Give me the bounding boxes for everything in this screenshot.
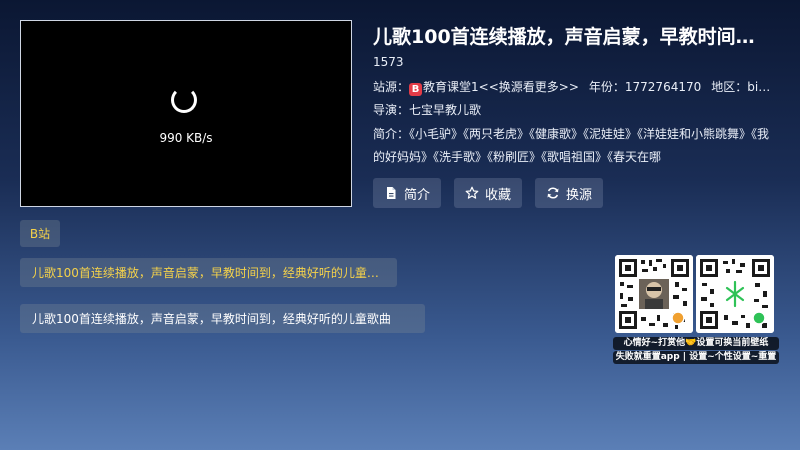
video-id: 1573 <box>373 55 404 69</box>
alipay-qr-code <box>615 255 693 333</box>
wechat-qr-code <box>696 255 774 333</box>
director-line: 导演：七宝早教儿歌 <box>373 101 481 118</box>
director-label: 导演： <box>373 103 410 117</box>
intro-value: 《小毛驴》《两只老虎》《健康歌》《泥娃娃》《洋娃娃和小熊跳舞》《我的好妈妈》《洗… <box>373 127 770 164</box>
episode-item-1[interactable]: 儿歌100首连续播放，声音启蒙，早教时间到，经典好听的儿童歌曲 <box>20 258 397 287</box>
region-value: bilibili <box>747 80 773 94</box>
source-label: 站源： <box>373 80 410 94</box>
reset-notice: 失败就重置app | 设置~个性设置~重置 <box>613 351 779 364</box>
download-speed: 990 KB/s <box>159 131 213 145</box>
wallpaper-notice: 心情好~打赏他🤝设置可换当前壁纸 <box>613 337 779 350</box>
bilibili-icon: B <box>409 83 423 96</box>
switch-source-button-label: 换源 <box>565 187 592 203</box>
site-tab-bilibili[interactable]: B站 <box>20 220 60 247</box>
episode-label: 儿歌100首连续播放，声音启蒙，早教时间到，经典好听的儿童歌曲 <box>32 312 391 326</box>
intro-button-label: 简介 <box>403 187 430 203</box>
source-value[interactable]: 教育课堂1<<换源看更多>> <box>423 80 579 94</box>
refresh-icon <box>547 187 559 199</box>
switch-source-button[interactable]: 换源 <box>535 178 603 208</box>
intro-label: 简介： <box>373 127 410 141</box>
star-icon <box>465 186 479 199</box>
meta-line: 站源：B教育课堂1<<换源看更多>> 年份：1772764170 地区：bilibi… <box>373 78 773 96</box>
favorite-button[interactable]: 收藏 <box>454 178 522 208</box>
director-value: 七宝早教儿歌 <box>409 103 482 117</box>
video-player[interactable]: 990 KB/s <box>20 20 352 207</box>
document-icon <box>386 187 396 199</box>
episode-item-2[interactable]: 儿歌100首连续播放，声音启蒙，早教时间到，经典好听的儿童歌曲 <box>20 304 425 333</box>
video-title: 儿歌100首连续播放，声音启蒙，早教时间到，经典好听的儿童歌曲 <box>373 26 773 48</box>
intro-text: 简介：《小毛驴》《两只老虎》《健康歌》《泥娃娃》《洋娃娃和小熊跳舞》《我的好妈妈… <box>373 123 775 169</box>
year-label: 年份： <box>588 80 625 94</box>
donation-panel: 心情好~打赏他🤝设置可换当前壁纸 失败就重置app | 设置~个性设置~重置 <box>613 255 779 367</box>
loading-spinner-icon <box>171 87 197 113</box>
intro-button[interactable]: 简介 <box>373 178 441 208</box>
year-value: 1772764170 <box>624 80 702 94</box>
favorite-button-label: 收藏 <box>484 187 511 203</box>
region-label: 地区： <box>711 80 748 94</box>
episode-label: 儿歌100首连续播放，声音启蒙，早教时间到，经典好听的儿童歌曲 <box>32 266 385 280</box>
